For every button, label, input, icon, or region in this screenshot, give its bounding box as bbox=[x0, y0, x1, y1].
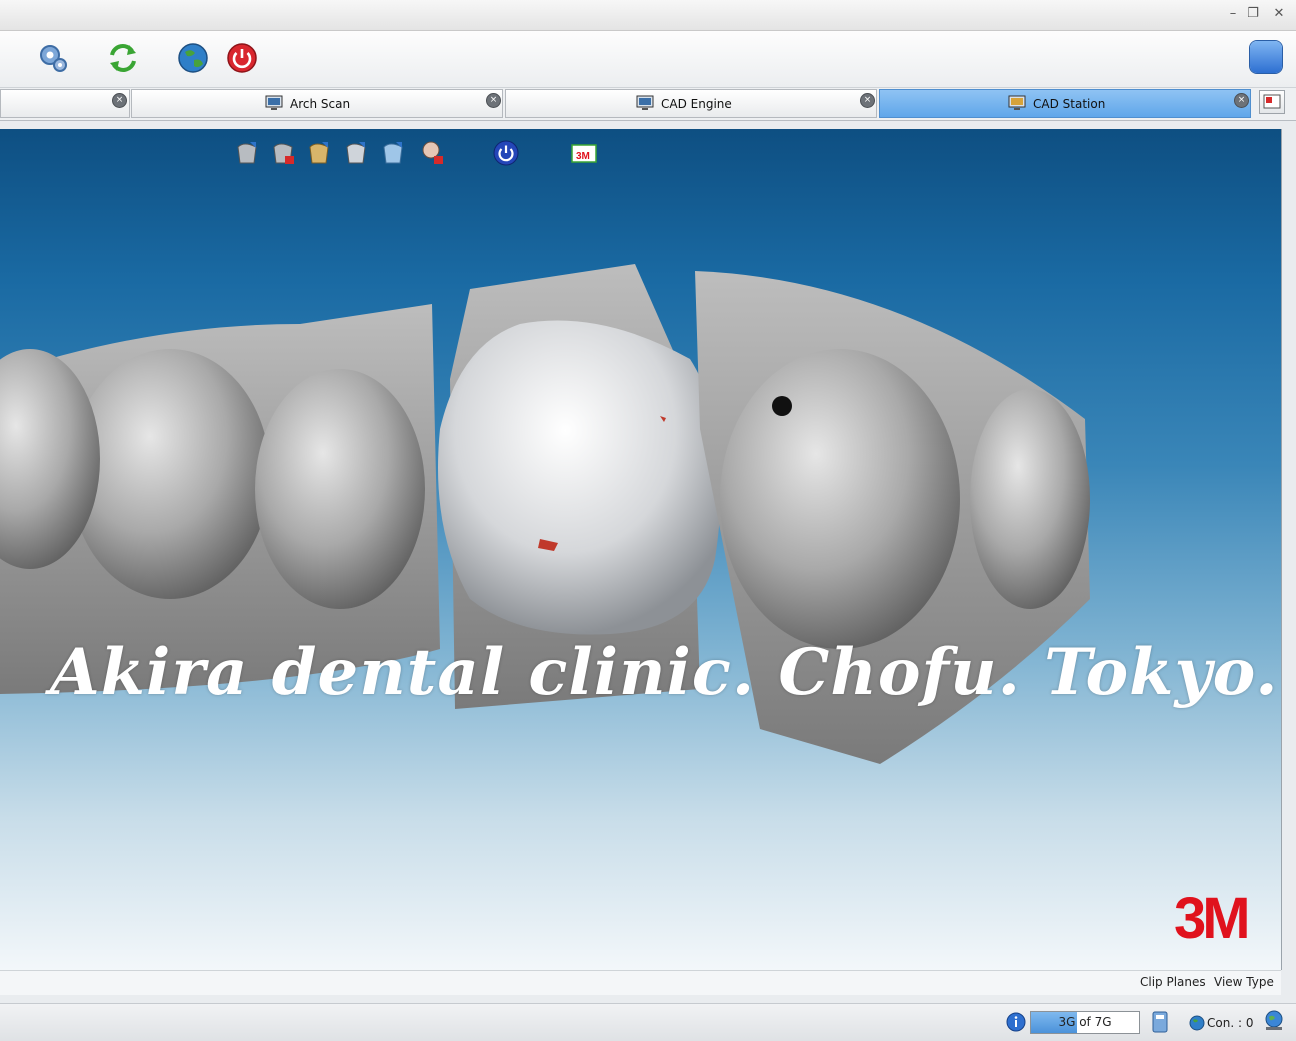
power-icon bbox=[227, 43, 257, 73]
close-tab-icon[interactable]: × bbox=[1234, 93, 1249, 108]
close-tab-icon[interactable]: × bbox=[112, 93, 127, 108]
watermark-text: Akira dental clinic. Chofu. Tokyo. bbox=[50, 635, 1279, 710]
tooth-upload-icon[interactable] bbox=[234, 139, 262, 167]
viewport-footer: Clip Planes View Type bbox=[0, 970, 1281, 995]
window-flag-icon bbox=[1263, 94, 1281, 109]
tooth-person-delete-icon[interactable] bbox=[419, 139, 447, 167]
view-type-link[interactable]: View Type bbox=[1214, 975, 1274, 989]
tab-menu-button[interactable] bbox=[1259, 90, 1285, 114]
app-logo bbox=[1250, 41, 1282, 73]
network-icon[interactable] bbox=[1262, 1009, 1286, 1033]
monitor-icon bbox=[636, 95, 654, 110]
molar-left bbox=[70, 349, 270, 599]
3d-viewport[interactable]: 3M Akira dental clinic. Chofu. Tokyo. 3M bbox=[0, 129, 1282, 970]
connection-count: Con. : 0 bbox=[1207, 1016, 1254, 1030]
designed-crown bbox=[438, 320, 722, 635]
tab-unnamed[interactable]: × bbox=[0, 89, 130, 118]
3m-logo: 3M bbox=[1174, 886, 1251, 951]
tab-cad-engine[interactable]: CAD Engine × bbox=[505, 89, 877, 118]
storage-progress: 3G of 7G bbox=[1030, 1011, 1140, 1034]
tab-arch-scan[interactable]: Arch Scan × bbox=[131, 89, 503, 118]
tab-label: CAD Engine bbox=[661, 97, 732, 111]
premolar-left bbox=[255, 369, 425, 609]
storage-icon[interactable] bbox=[1150, 1010, 1170, 1034]
restore-button[interactable]: ❐ bbox=[1244, 6, 1262, 21]
connection-globe-icon bbox=[1189, 1015, 1205, 1031]
tab-bar: × Arch Scan × CAD Engine × CAD Station × bbox=[0, 88, 1296, 121]
tooth-delete-icon[interactable] bbox=[270, 139, 298, 167]
tooth-clip-icon[interactable] bbox=[380, 139, 408, 167]
tooth-edge-right bbox=[970, 389, 1090, 609]
dental-model-render[interactable] bbox=[0, 129, 1281, 970]
power-icon[interactable] bbox=[492, 139, 520, 167]
tab-cad-station[interactable]: CAD Station × bbox=[879, 89, 1251, 118]
tooth-gold-icon[interactable] bbox=[306, 139, 334, 167]
web-button[interactable] bbox=[175, 40, 211, 76]
tab-label: CAD Station bbox=[1033, 97, 1106, 111]
shutdown-button[interactable] bbox=[224, 40, 260, 76]
globe-icon bbox=[178, 43, 208, 73]
progress-text: 3G of 7G bbox=[1058, 1015, 1112, 1029]
scan-hole bbox=[772, 396, 792, 416]
svg-text:3M: 3M bbox=[576, 151, 590, 162]
sync-button[interactable] bbox=[105, 40, 141, 76]
clip-planes-link[interactable]: Clip Planes bbox=[1140, 975, 1206, 989]
minimize-button[interactable]: – bbox=[1224, 6, 1242, 21]
status-bar: 3G of 7G Con. : 0 bbox=[0, 1003, 1296, 1041]
molar-right bbox=[720, 349, 960, 649]
close-button[interactable]: ✕ bbox=[1270, 6, 1288, 21]
monitor-icon bbox=[1008, 95, 1026, 110]
refresh-icon bbox=[110, 44, 136, 72]
tab-label: Arch Scan bbox=[290, 97, 351, 111]
main-toolbar bbox=[0, 31, 1296, 88]
tooth-copy-icon[interactable] bbox=[343, 139, 371, 167]
settings-button[interactable] bbox=[35, 40, 71, 76]
3m-window-icon[interactable]: 3M bbox=[570, 139, 598, 167]
info-icon[interactable] bbox=[1006, 1012, 1026, 1032]
close-tab-icon[interactable]: × bbox=[860, 93, 875, 108]
gear-icon bbox=[40, 45, 67, 72]
monitor-icon bbox=[265, 95, 283, 110]
close-tab-icon[interactable]: × bbox=[486, 93, 501, 108]
title-bar: – ❐ ✕ bbox=[0, 0, 1296, 31]
